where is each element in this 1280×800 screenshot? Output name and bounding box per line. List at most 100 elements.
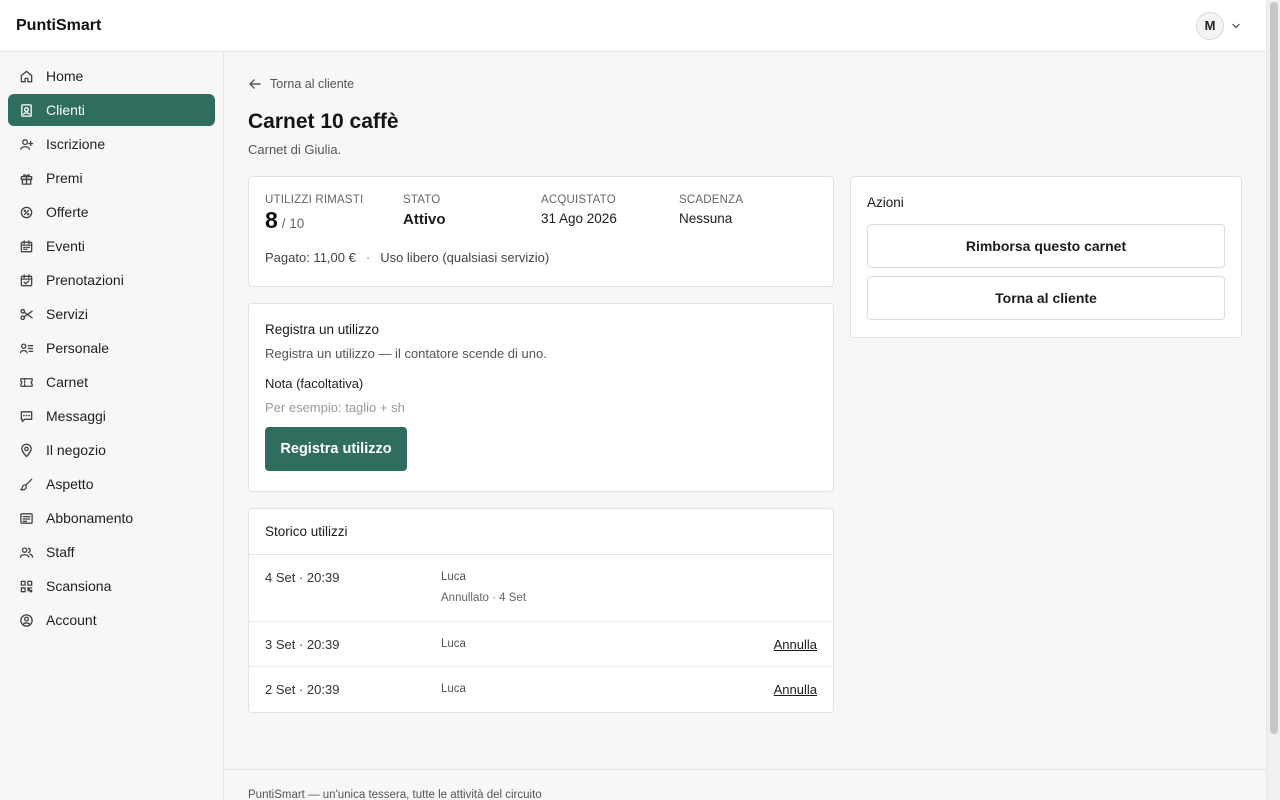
usage-history-card: Storico utilizzi 4 Set · 20:39 Luca Annu… [248, 508, 834, 713]
map-pin-icon [18, 442, 34, 458]
sidebar-item-servizi[interactable]: Servizi [8, 298, 215, 330]
account-icon [18, 612, 34, 628]
remaining-count: 8 [265, 207, 278, 233]
cancelled-note: Annullato · 4 Set [441, 592, 527, 604]
usage-datetime: 2 Set · 20:39 [265, 682, 340, 697]
history-header: Storico utilizzi [249, 509, 833, 555]
sidebar-item-il-negozio[interactable]: Il negozio [8, 434, 215, 466]
cancel-use-link[interactable]: Annulla [774, 682, 817, 697]
purchased-value: 31 Ago 2026 [541, 211, 617, 226]
sidebar-item-label: Personale [46, 340, 110, 356]
status-value: Attivo [403, 211, 446, 228]
sidebar-item-iscrizione[interactable]: Iscrizione [8, 128, 215, 160]
brand-logo[interactable]: PuntiSmart [16, 17, 101, 35]
sidebar-item-label: Prenotazioni [46, 272, 124, 288]
sidebar-item-label: Scansiona [46, 578, 112, 594]
sidebar-item-aspetto[interactable]: Aspetto [8, 468, 215, 500]
sidebar-item-prenotazioni[interactable]: Prenotazioni [8, 264, 215, 296]
payment-info: Pagato: 11,00 € · Uso libero (qualsiasi se… [265, 250, 817, 265]
sidebar-item-premi[interactable]: Premi [8, 162, 215, 194]
sidebar-item-offerte[interactable]: Offerte [8, 196, 215, 228]
sidebar-item-label: Home [46, 68, 84, 84]
note-input[interactable] [265, 398, 817, 416]
calendar-icon [18, 238, 34, 254]
sidebar-item-abbonamento[interactable]: Abbonamento [8, 502, 215, 534]
table-row: 2 Set · 20:39 Luca Annulla [249, 667, 833, 712]
sidebar-item-label: Iscrizione [46, 136, 106, 152]
stat-label: SCADENZA [679, 194, 744, 206]
remaining-uses-value: 8 / 10 [265, 207, 403, 234]
register-use-card: Registra un utilizzo Registra un utilizz… [248, 303, 834, 492]
note-label: Nota (facoltativa) [265, 376, 364, 391]
staff-list-icon [18, 340, 34, 356]
vertical-scrollbar[interactable] [1266, 0, 1280, 800]
actions-title: Azioni [867, 195, 904, 210]
sidebar: Home Clienti Iscrizione Premi Offerte Ev… [0, 52, 224, 800]
register-use-title: Registra un utilizzo [265, 322, 380, 337]
qr-icon [18, 578, 34, 594]
scrollbar-thumb[interactable] [1270, 2, 1278, 734]
actions-card: Azioni Rimborsa questo carnet Torna al c… [850, 176, 1242, 338]
chevron-down-icon[interactable] [1230, 20, 1242, 32]
refund-carnet-button[interactable]: Rimborsa questo carnet [867, 224, 1225, 268]
sidebar-item-label: Clienti [46, 102, 85, 118]
sidebar-item-home[interactable]: Home [8, 60, 215, 92]
stat-label: ACQUISTATO [541, 194, 616, 206]
top-bar: PuntiSmart M [0, 0, 1266, 52]
sidebar-item-label: Abbonamento [46, 510, 134, 526]
sidebar-item-label: Premi [46, 170, 83, 186]
avatar[interactable]: M [1196, 11, 1224, 40]
usage-staff: Luca [441, 571, 466, 583]
usage-type: Uso libero (qualsiasi servizio) [380, 250, 550, 265]
page-subtitle: Carnet di Giulia. [248, 142, 342, 157]
footer-text: PuntiSmart — un'unica tessera, tutte le … [248, 789, 542, 800]
paid-amount: Pagato: 11,00 € [265, 250, 356, 265]
sidebar-item-eventi[interactable]: Eventi [8, 230, 215, 262]
sidebar-item-clienti[interactable]: Clienti [8, 94, 215, 126]
cancel-use-link[interactable]: Annulla [774, 637, 817, 652]
expiry-stat: SCADENZA Nessuna [679, 194, 817, 234]
home-icon [18, 68, 34, 84]
sidebar-item-label: Il negozio [46, 442, 106, 458]
purchased-stat: ACQUISTATO 31 Ago 2026 [541, 194, 679, 234]
tag-icon [18, 204, 34, 220]
sidebar-item-account[interactable]: Account [8, 604, 215, 636]
scissors-icon [18, 306, 34, 322]
main-content: Torna al cliente Carnet 10 caffè Carnet … [224, 52, 1266, 800]
arrow-left-icon [249, 79, 261, 89]
stat-label: STATO [403, 194, 441, 206]
calendar-check-icon [18, 272, 34, 288]
separator: · [365, 250, 371, 265]
sidebar-item-label: Staff [46, 544, 75, 560]
sidebar-item-carnet[interactable]: Carnet [8, 366, 215, 398]
sidebar-item-scansiona[interactable]: Scansiona [8, 570, 215, 602]
sidebar-item-label: Eventi [46, 238, 85, 254]
table-row: 4 Set · 20:39 Luca Annullato · 4 Set [249, 555, 833, 622]
footer: PuntiSmart — un'unica tessera, tutte le … [224, 769, 1266, 800]
sidebar-item-label: Servizi [46, 306, 89, 322]
sidebar-item-staff[interactable]: Staff [8, 536, 215, 568]
sidebar-item-label: Aspetto [46, 476, 94, 492]
message-icon [18, 408, 34, 424]
usage-staff: Luca [441, 638, 466, 650]
gift-icon [18, 170, 34, 186]
contacts-icon [18, 102, 34, 118]
brush-icon [18, 476, 34, 492]
receipt-icon [18, 510, 34, 526]
status-stat: STATO Attivo [403, 194, 541, 234]
sidebar-item-label: Offerte [46, 204, 89, 220]
total-count: / 10 [281, 216, 305, 231]
back-to-client-button[interactable]: Torna al cliente [867, 276, 1225, 320]
sidebar-item-messaggi[interactable]: Messaggi [8, 400, 215, 432]
register-use-button[interactable]: Registra utilizzo [265, 426, 407, 471]
sidebar-item-personale[interactable]: Personale [8, 332, 215, 364]
user-menu-button[interactable]: M [1196, 11, 1242, 40]
page-title: Carnet 10 caffè [248, 110, 399, 133]
usage-datetime: 4 Set · 20:39 [265, 570, 340, 585]
sidebar-item-label: Account [46, 612, 97, 628]
expiry-value: Nessuna [679, 211, 733, 226]
table-row: 3 Set · 20:39 Luca Annulla [249, 622, 833, 667]
usage-datetime: 3 Set · 20:39 [265, 637, 340, 652]
remaining-uses-stat: UTILIZZI RIMASTI 8 / 10 [265, 194, 403, 234]
back-to-client-link[interactable]: Torna al cliente [248, 77, 354, 91]
